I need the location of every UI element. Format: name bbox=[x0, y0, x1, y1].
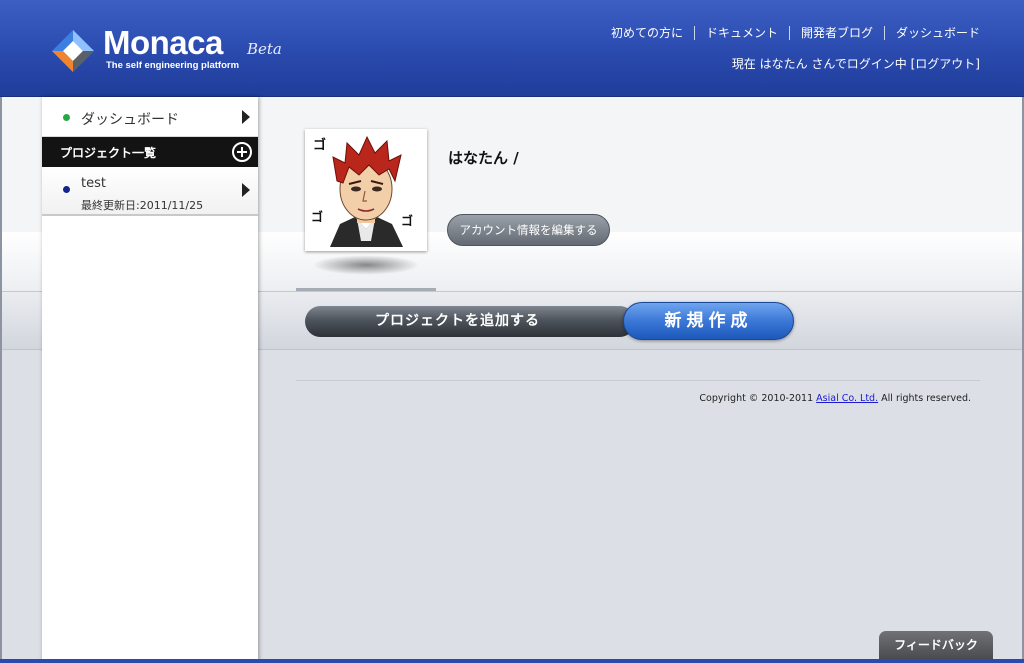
logout-link[interactable]: [ログアウト] bbox=[911, 57, 980, 71]
svg-text:ゴ: ゴ bbox=[311, 209, 323, 224]
login-status-text: 現在 はなたん さんでログイン中 bbox=[731, 57, 911, 71]
nav-link-documents[interactable]: ドキュメント bbox=[693, 26, 789, 40]
status-dot-icon bbox=[63, 114, 70, 121]
project-list-title: プロジェクト一覧 bbox=[60, 146, 157, 160]
copyright: Copyright © 2010-2011 Asial Co. Ltd. All… bbox=[699, 393, 971, 404]
avatar-divider bbox=[296, 288, 436, 291]
avatar: ゴ ゴ ゴ bbox=[305, 129, 427, 251]
nav-link-getting-started[interactable]: 初めての方に bbox=[611, 26, 694, 40]
sidebar-item-dashboard[interactable]: ダッシュボード bbox=[42, 97, 258, 137]
username: はなたん / bbox=[448, 149, 519, 167]
add-project-icon[interactable] bbox=[232, 142, 252, 162]
bottom-strip bbox=[0, 659, 1024, 663]
copyright-suffix: All rights reserved. bbox=[878, 393, 971, 404]
company-link[interactable]: Asial Co. Ltd. bbox=[816, 393, 878, 404]
svg-text:ゴ: ゴ bbox=[401, 213, 413, 228]
svg-text:ゴ: ゴ bbox=[313, 137, 326, 153]
copyright-prefix: Copyright © 2010-2011 bbox=[699, 393, 817, 404]
nav-link-developer-blog[interactable]: 開発者ブログ bbox=[788, 26, 884, 40]
project-dot-icon bbox=[63, 186, 70, 193]
project-name: test bbox=[81, 176, 106, 191]
chevron-right-icon bbox=[242, 110, 250, 124]
left-edge bbox=[0, 97, 2, 663]
sidebar-project-item[interactable]: test 最終更新日:2011/11/25 bbox=[42, 167, 258, 216]
new-project-button[interactable]: 新規作成 bbox=[623, 302, 794, 340]
nav-link-dashboard[interactable]: ダッシュボード bbox=[883, 26, 980, 40]
sidebar-item-label: ダッシュボード bbox=[81, 112, 179, 128]
edit-account-button[interactable]: アカウント情報を編集する bbox=[447, 214, 610, 246]
monaca-logo-icon[interactable] bbox=[50, 28, 96, 74]
chevron-right-icon bbox=[242, 183, 250, 197]
footer-divider bbox=[296, 380, 980, 381]
header: Monaca Beta The self engineering platfor… bbox=[0, 0, 1024, 97]
avatar-shadow bbox=[312, 255, 420, 275]
login-status: 現在 はなたん さんでログイン中 [ログアウト] bbox=[732, 55, 980, 72]
logo-tagline: The self engineering platform bbox=[106, 60, 240, 71]
project-updated-date: 最終更新日:2011/11/25 bbox=[81, 199, 204, 212]
logo-beta: Beta bbox=[247, 40, 282, 58]
logo-text[interactable]: Monaca bbox=[103, 24, 223, 62]
top-nav: 初めての方に ドキュメント 開発者ブログ ダッシュボード bbox=[611, 26, 980, 40]
sidebar: ダッシュボード プロジェクト一覧 test 最終更新日:2011/11/25 bbox=[42, 97, 258, 663]
avatar-image: ゴ ゴ ゴ bbox=[309, 133, 423, 247]
add-project-label: プロジェクトを追加する bbox=[305, 306, 635, 337]
project-list-header: プロジェクト一覧 bbox=[42, 137, 258, 167]
